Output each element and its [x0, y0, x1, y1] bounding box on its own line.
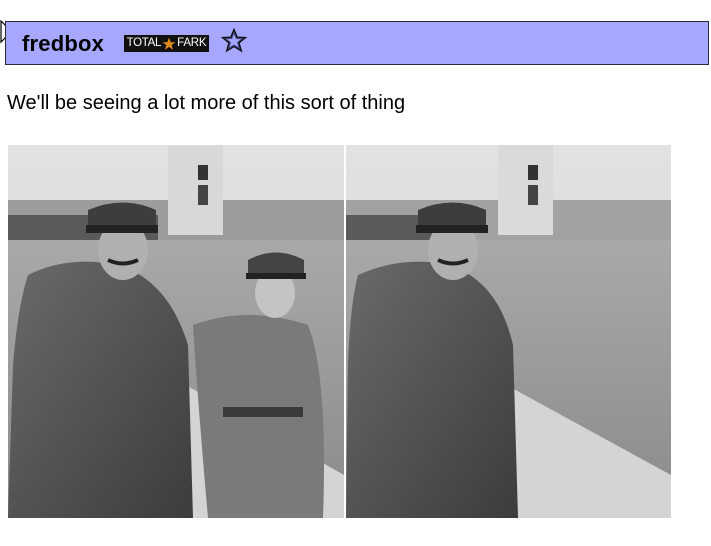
left-photo-panel: [8, 145, 344, 518]
star-outline-icon[interactable]: [221, 28, 247, 54]
badge-star-icon: [162, 37, 176, 50]
right-photo-panel: [346, 145, 671, 518]
post-text: We'll be seeing a lot more of this sort …: [7, 92, 406, 114]
total-fark-badge[interactable]: TOTAL FARK: [124, 35, 209, 52]
user-header-bar: fredbox TOTAL FARK: [5, 21, 709, 65]
username-link[interactable]: fredbox: [22, 31, 104, 57]
badge-word-fark: FARK: [177, 36, 207, 49]
post-image[interactable]: [8, 145, 671, 518]
badge-word-total: TOTAL: [126, 36, 162, 49]
